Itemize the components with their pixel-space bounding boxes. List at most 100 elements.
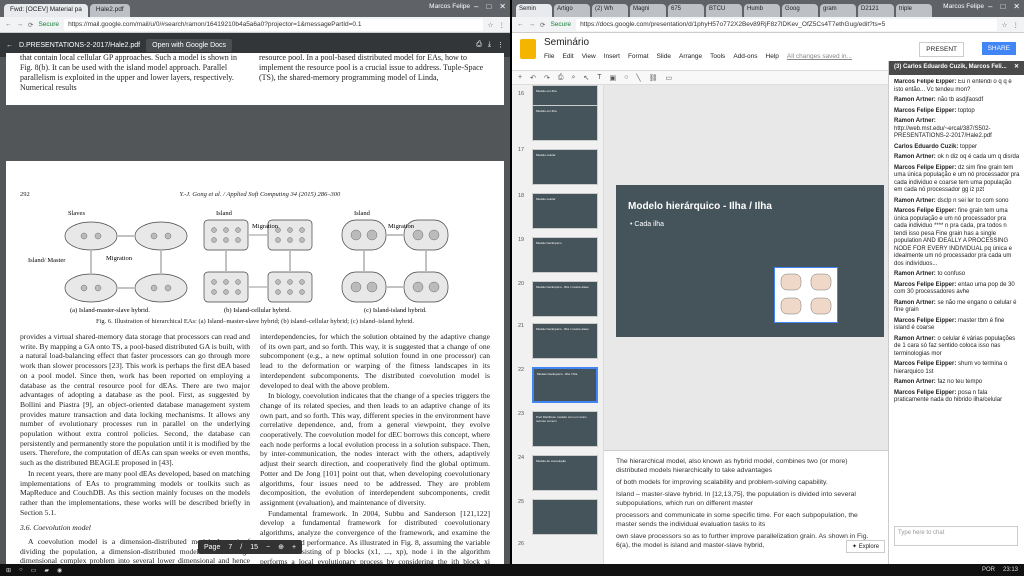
window-controls: – □ ✕ bbox=[474, 2, 506, 11]
tab[interactable]: gram bbox=[820, 4, 856, 17]
slide-thumbnail[interactable]: Modelo celular bbox=[532, 149, 598, 185]
slide-thumbnail[interactable]: Modelo hierárquico - Ilha / mestre-slave bbox=[532, 281, 598, 317]
page-input[interactable]: 7 bbox=[228, 544, 232, 551]
present-button[interactable]: PRESENT bbox=[919, 42, 964, 57]
tab[interactable]: triple bbox=[896, 4, 932, 17]
close-icon[interactable]: ✕ bbox=[499, 2, 506, 11]
tab-seminario[interactable]: Semin bbox=[516, 4, 552, 17]
slide-canvas[interactable]: Modelo hierárquico - Ilha / Ilha • Cada … bbox=[604, 85, 888, 450]
menu-icon[interactable]: ⋮ bbox=[1013, 21, 1020, 29]
zoom-icon[interactable]: ⊕ bbox=[278, 543, 284, 551]
shape-icon[interactable]: ○ bbox=[624, 74, 628, 81]
menu-edit[interactable]: Edit bbox=[562, 53, 573, 60]
zoom-in-icon[interactable]: + bbox=[292, 544, 296, 551]
tab[interactable]: 675 bbox=[668, 4, 704, 17]
slide-thumbnail[interactable]: Modelo hierárquico bbox=[532, 237, 598, 273]
explorer-icon[interactable]: ▰ bbox=[44, 567, 49, 574]
slide-thumbnail[interactable]: Modelo hierárquico - Ilha / mestre-slave bbox=[532, 323, 598, 359]
forward-icon[interactable]: → bbox=[17, 21, 24, 28]
tab[interactable]: Magni bbox=[630, 4, 666, 17]
share-button[interactable]: SHARE bbox=[981, 42, 1016, 55]
add-icon[interactable]: + bbox=[518, 74, 522, 81]
save-status[interactable]: All changes saved in... bbox=[787, 53, 852, 60]
zoom-icon[interactable]: ⌕ bbox=[571, 74, 575, 82]
tab[interactable]: BTCU bbox=[706, 4, 742, 17]
maximize-icon[interactable]: □ bbox=[486, 2, 491, 11]
tab[interactable]: Goog bbox=[782, 4, 818, 17]
slides-logo-icon[interactable] bbox=[520, 39, 536, 59]
tab[interactable]: D2121 bbox=[858, 4, 894, 17]
chrome-icon[interactable]: ◉ bbox=[57, 567, 62, 574]
chat-input[interactable]: Type here to chat bbox=[894, 526, 1018, 546]
chat-text: dsclp n sei ler to com sono bbox=[937, 197, 1009, 204]
menu-icon[interactable]: ⋮ bbox=[499, 21, 506, 29]
menu-help[interactable]: Help bbox=[766, 53, 779, 60]
open-with-google-docs-button[interactable]: Open with Google Docs bbox=[146, 38, 233, 52]
minimize-icon[interactable]: – bbox=[988, 2, 992, 11]
back-icon[interactable]: ← bbox=[517, 21, 524, 28]
slide-thumbnail-selected[interactable]: Modelo hierárquico - Ilha / Ilha bbox=[532, 367, 598, 403]
more-icon[interactable]: ⋮ bbox=[497, 41, 504, 49]
slide-thumbnail[interactable] bbox=[532, 499, 598, 535]
menu-slide[interactable]: Slide bbox=[657, 53, 671, 60]
minimize-icon[interactable]: – bbox=[474, 2, 478, 11]
slide-thumbnail[interactable]: Modelo de coevolução bbox=[532, 455, 598, 491]
notes-line: Island – master-slave hybrid. In [12,13,… bbox=[616, 491, 856, 507]
url-field[interactable]: https://mail.google.com/mail/u/0/#search… bbox=[64, 18, 483, 31]
slide-thumbnail[interactable]: Modelo celular bbox=[532, 193, 598, 229]
tab-gmail[interactable]: Fwd: [OCEV] Material pa bbox=[4, 4, 88, 17]
thumb-title: Modelo celular bbox=[536, 197, 556, 201]
selected-image[interactable] bbox=[774, 267, 838, 323]
undo-icon[interactable]: ↶ bbox=[530, 74, 536, 82]
image-icon[interactable]: ▣ bbox=[610, 74, 617, 82]
download-icon[interactable]: ⤓ bbox=[488, 41, 491, 49]
slide-bullet[interactable]: • Cada ilha bbox=[630, 221, 664, 228]
slide-filmstrip[interactable]: 16 Modelo em Ilha 17 Modelo em Ilha Mode… bbox=[512, 85, 604, 564]
taskview-icon[interactable]: ▭ bbox=[31, 567, 37, 574]
menu-addons[interactable]: Add-ons bbox=[733, 53, 757, 60]
tab[interactable]: Humb bbox=[744, 4, 780, 17]
tab-pdf[interactable]: Hale2.pdf bbox=[89, 4, 130, 17]
select-icon[interactable]: ↖ bbox=[583, 74, 589, 82]
reload-icon[interactable]: ⟳ bbox=[540, 21, 545, 29]
redo-icon[interactable]: ↷ bbox=[544, 74, 550, 82]
slide-title[interactable]: Modelo hierárquico - Ilha / Ilha bbox=[628, 201, 772, 212]
tab[interactable]: (2) Wh bbox=[592, 4, 628, 17]
menu-tools[interactable]: Tools bbox=[710, 53, 725, 60]
print-icon[interactable]: ⎙ bbox=[476, 41, 482, 49]
close-icon[interactable]: ✕ bbox=[1013, 2, 1020, 11]
menu-file[interactable]: File bbox=[544, 53, 554, 60]
comment-icon[interactable]: ▭ bbox=[666, 74, 673, 82]
tab[interactable]: Artigo bbox=[554, 4, 590, 17]
current-slide[interactable]: Modelo hierárquico - Ilha / Ilha • Cada … bbox=[616, 185, 884, 337]
back-icon[interactable]: ← bbox=[5, 21, 12, 28]
link-icon[interactable]: ⛓ bbox=[649, 74, 658, 82]
reload-icon[interactable]: ⟳ bbox=[28, 21, 33, 29]
back-arrow-icon[interactable]: ← bbox=[6, 42, 13, 49]
star-icon[interactable]: ☆ bbox=[488, 21, 494, 29]
menu-view[interactable]: View bbox=[582, 53, 596, 60]
doc-title[interactable]: Seminário bbox=[544, 37, 589, 48]
print-icon[interactable]: ⎙ bbox=[558, 74, 564, 82]
forward-icon[interactable]: → bbox=[529, 21, 536, 28]
explore-button[interactable]: ✦ Explore bbox=[846, 540, 886, 553]
textbox-icon[interactable]: T bbox=[597, 74, 601, 81]
close-chat-icon[interactable]: ✕ bbox=[1014, 64, 1019, 72]
column-right: interdependencies, for which the solutio… bbox=[260, 332, 490, 564]
search-icon[interactable]: ○ bbox=[19, 567, 23, 573]
chat-messages[interactable]: Marcos Felipe Eipper: Eu n entendi o q q… bbox=[894, 79, 1020, 519]
slide-thumbnail[interactable]: Modelo em Ilha bbox=[532, 105, 598, 141]
url-field[interactable]: https://docs.google.com/presentation/d/1… bbox=[576, 18, 997, 31]
menu-arrange[interactable]: Arrange bbox=[679, 53, 702, 60]
chat-message: Ramon Artner: faz no teu tempo bbox=[894, 379, 1020, 387]
menu-insert[interactable]: Insert bbox=[604, 53, 620, 60]
line-icon[interactable]: ╲ bbox=[636, 74, 640, 82]
explore-icon: ✦ bbox=[852, 544, 859, 550]
star-icon[interactable]: ☆ bbox=[1002, 21, 1008, 29]
zoom-out-icon[interactable]: − bbox=[266, 544, 270, 551]
menu-format[interactable]: Format bbox=[628, 53, 649, 60]
pdf-scroll-area[interactable]: that contain local cellular GP approache… bbox=[0, 53, 510, 564]
start-icon[interactable]: ⊞ bbox=[6, 567, 11, 574]
maximize-icon[interactable]: □ bbox=[1000, 2, 1005, 11]
slide-thumbnail[interactable]: Pool Distribute: modelo com um único rec… bbox=[532, 411, 598, 447]
